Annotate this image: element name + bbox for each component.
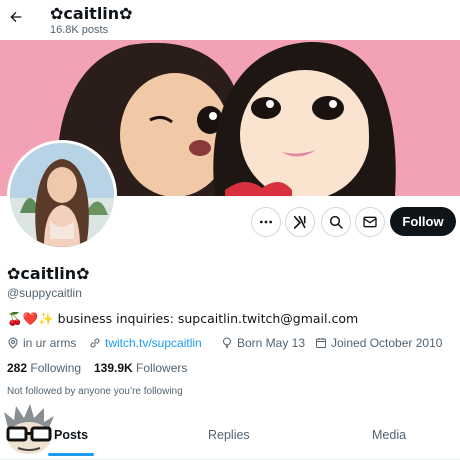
link-icon [90, 338, 100, 348]
back-button[interactable] [6, 6, 26, 28]
tab-posts[interactable]: Posts [54, 428, 88, 442]
arrow-left-icon [10, 11, 22, 23]
grok-button[interactable] [285, 207, 315, 237]
not-followed-text: Not followed by anyone you’re following [7, 386, 183, 397]
header-title: ✿caitlin✿ [50, 4, 133, 23]
tab-media[interactable]: Media [372, 428, 406, 442]
birthday-text: Born May 13 [237, 336, 306, 350]
location-icon [8, 337, 18, 349]
website-link[interactable]: twitch.tv/supcaitlin [105, 336, 202, 350]
more-icon [260, 220, 272, 224]
location-item: in ur arms [7, 336, 76, 350]
followers-label: Followers [136, 361, 188, 375]
profile-tabs: Posts Replies Media [0, 418, 460, 460]
bio-emoji: 🍒❤️✨ [7, 311, 54, 326]
header-post-count: 16.8K posts [50, 24, 109, 36]
joined-text: Joined October 2010 [331, 336, 443, 350]
balloon-icon [222, 337, 232, 349]
search-profile-button[interactable] [321, 207, 351, 237]
avatar-photo [10, 143, 114, 247]
user-handle: @suppycaitlin [7, 286, 82, 300]
calendar-icon [316, 338, 326, 348]
top-bar: ✿caitlin✿ 16.8K posts [0, 0, 460, 40]
grok-icon [293, 215, 306, 229]
joined-item: Joined October 2010 [315, 336, 442, 350]
location-text: in ur arms [23, 336, 77, 350]
display-name: ✿caitlin✿ [7, 264, 90, 283]
search-icon [329, 215, 343, 229]
message-icon [363, 216, 377, 228]
following-count: 282 [7, 361, 28, 375]
bio-text: business inquiries: supcaitlin.twitch@gm… [53, 311, 359, 326]
message-button[interactable] [355, 207, 385, 237]
following-label: Following [30, 361, 82, 375]
follow-button[interactable]: Follow [390, 207, 456, 236]
website-item[interactable]: twitch.tv/supcaitlin [89, 336, 202, 350]
followers-link[interactable]: 139.9K Followers [94, 361, 187, 375]
followers-count: 139.9K [94, 361, 133, 375]
following-link[interactable]: 282 Following [7, 361, 81, 375]
cartoon-watermark-icon [4, 404, 54, 454]
tab-replies[interactable]: Replies [208, 428, 250, 442]
profile-avatar[interactable] [7, 140, 117, 250]
more-button[interactable] [251, 207, 281, 237]
profile-bio: 🍒❤️✨ business inquiries: supcaitlin.twit… [7, 311, 358, 327]
birthday-item: Born May 13 [221, 336, 305, 350]
